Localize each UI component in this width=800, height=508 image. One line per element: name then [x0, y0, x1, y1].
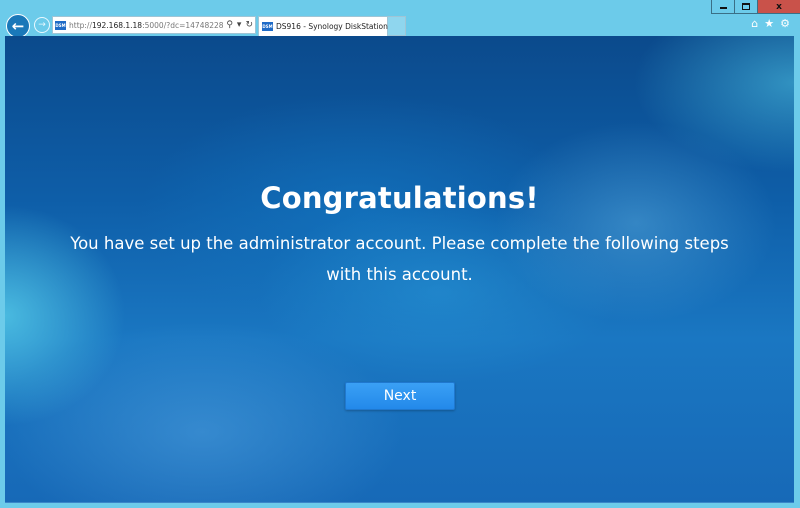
address-bar[interactable]: DSM http://192.168.1.18:5000/?dc=1474822… [52, 16, 256, 34]
home-icon[interactable]: ⌂ [751, 17, 758, 30]
browser-toolbar: ⌂ ★ ⚙ [751, 17, 790, 30]
url-scheme: http:// [69, 20, 92, 30]
forward-button[interactable]: → [34, 17, 50, 33]
gear-icon[interactable]: ⚙ [780, 17, 790, 30]
page-title: Congratulations! [260, 181, 539, 215]
arrow-left-icon: ← [11, 16, 25, 35]
minimize-button[interactable] [711, 0, 734, 14]
tab-title: DS916 - Synology DiskStation [276, 22, 388, 31]
browser-titlebar: x ← → DSM http://192.168.1.18:5000/?dc=1… [0, 0, 800, 38]
site-favicon: DSM [55, 20, 66, 30]
url-text[interactable]: http://192.168.1.18:5000/?dc=14748228955… [69, 21, 224, 30]
close-icon: x [776, 1, 782, 12]
arrow-right-icon: → [38, 19, 46, 30]
tab-active[interactable]: DSM DS916 - Synology DiskStation × [258, 16, 395, 36]
url-path: :5000/?dc=1474822895521 [142, 20, 224, 30]
tab-favicon: DSM [262, 22, 273, 31]
search-icon[interactable]: ⚲ [226, 20, 233, 30]
page-viewport: Congratulations! You have set up the adm… [5, 36, 794, 503]
welcome-content: Congratulations! You have set up the adm… [5, 180, 794, 290]
maximize-button[interactable] [734, 0, 757, 14]
minimize-icon [719, 7, 727, 9]
url-host: 192.168.1.18 [91, 20, 143, 30]
refresh-icon[interactable]: ↻ [245, 20, 253, 30]
back-button[interactable]: ← [6, 14, 30, 38]
star-icon[interactable]: ★ [764, 17, 774, 30]
close-window-button[interactable]: x [757, 0, 800, 14]
page-message: You have set up the administrator accoun… [70, 234, 729, 284]
next-button[interactable]: Next [345, 382, 455, 410]
new-tab-button[interactable] [388, 16, 406, 36]
window-controls: x [711, 0, 800, 14]
chevron-down-icon[interactable]: ▾ [237, 20, 242, 30]
maximize-icon [742, 3, 750, 10]
